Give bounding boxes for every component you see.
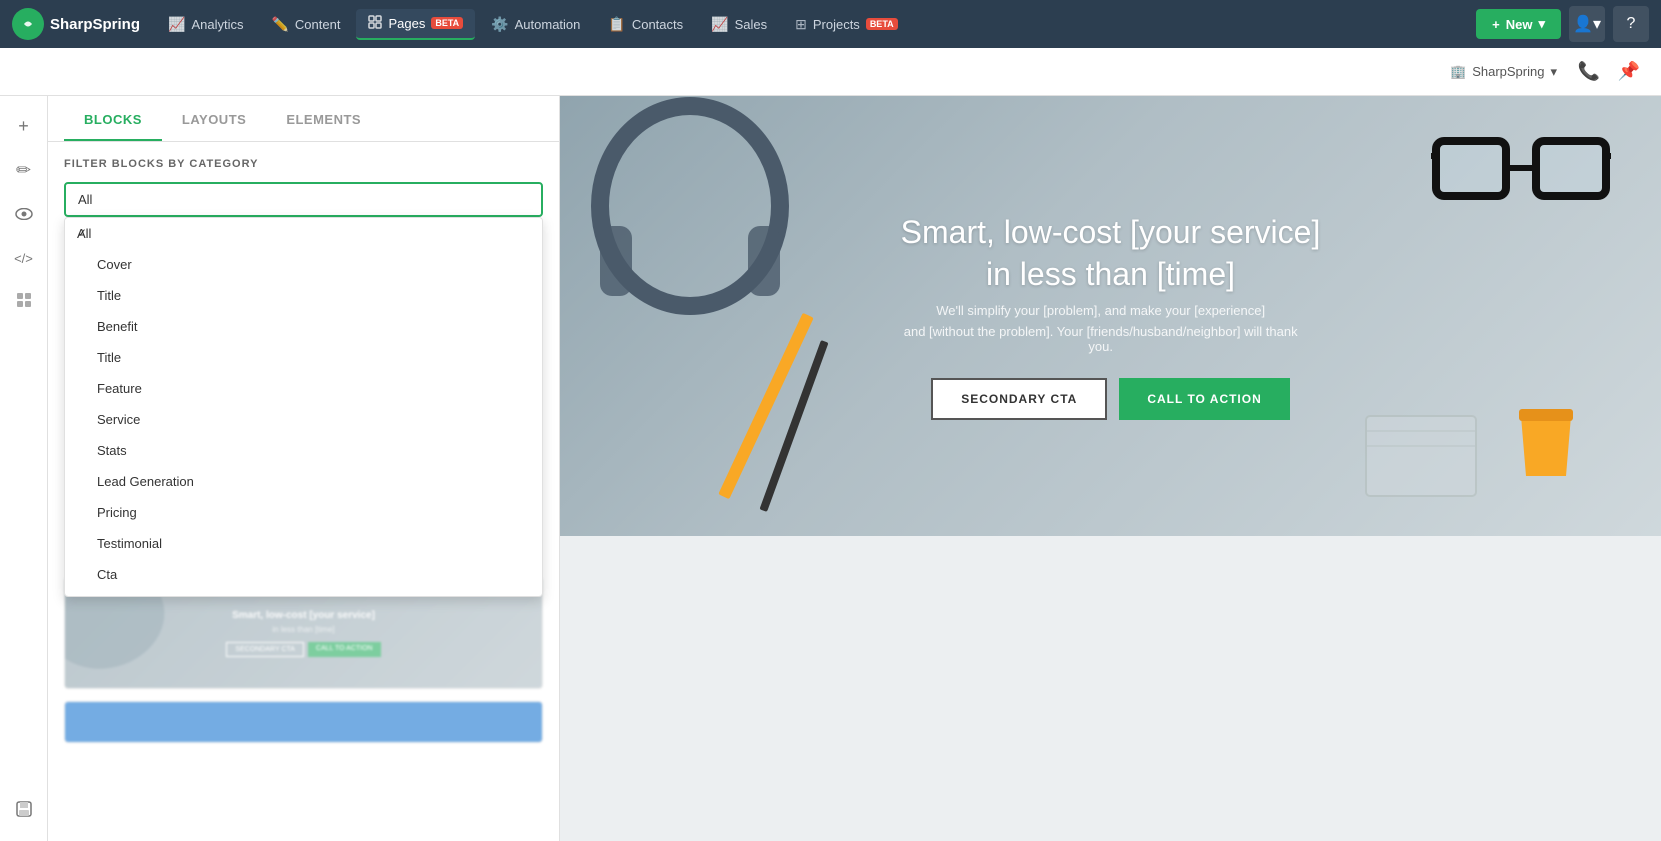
user-menu-button[interactable]: 👤▾ — [1569, 6, 1605, 42]
nav-contacts[interactable]: 📋 Contacts — [596, 10, 695, 39]
nav-sales-label: Sales — [735, 17, 768, 32]
dropdown-item-lead-gen[interactable]: Lead Generation — [65, 466, 542, 497]
tab-elements[interactable]: ELEMENTS — [266, 96, 381, 141]
nav-content-label: Content — [295, 17, 341, 32]
projects-beta-badge: beta — [866, 18, 898, 30]
company-name: SharpSpring — [1472, 64, 1544, 79]
panel-body: FILTER BLOCKS BY CATEGORY All All Cover … — [48, 142, 559, 841]
topnav-right: + New ▾ 👤▾ ? — [1476, 6, 1649, 42]
primary-cta-button[interactable]: CALL TO ACTION — [1119, 378, 1289, 420]
dropdown-item-cover[interactable]: Cover — [65, 249, 542, 280]
analytics-icon: 📈 — [168, 16, 185, 33]
building-icon: 🏢 — [1450, 64, 1466, 80]
filter-dropdown-list: All Cover Title Benefit Title — [64, 217, 543, 597]
dropdown-item-testimonial[interactable]: Testimonial — [65, 528, 542, 559]
nav-analytics-label: Analytics — [191, 17, 243, 32]
hero-text: Smart, low-cost [your service] in less t… — [901, 212, 1321, 420]
main-content: Smart, low-cost [your service] in less t… — [560, 96, 1661, 841]
page-preview: Smart, low-cost [your service] in less t… — [560, 96, 1661, 841]
help-icon: ? — [1627, 15, 1636, 33]
pin-button[interactable]: 📌 — [1613, 56, 1645, 88]
preview-button[interactable] — [6, 196, 42, 232]
headphones-decoration — [580, 96, 800, 386]
secondary-navigation: 🏢 SharpSpring ▾ 📞 📌 — [0, 48, 1661, 96]
logo-mark — [12, 8, 44, 40]
preview-card-blue[interactable] — [64, 701, 543, 743]
content-icon: ✏️ — [271, 16, 288, 33]
sidebar-icons: + ✏ </> — [0, 96, 48, 841]
nav-contacts-label: Contacts — [632, 17, 683, 32]
dropdown-item-gallery[interactable]: Gallery — [65, 590, 542, 597]
help-button[interactable]: ? — [1613, 6, 1649, 42]
panel-tabs: BLOCKS LAYOUTS ELEMENTS — [48, 96, 559, 142]
new-chevron-icon: ▾ — [1538, 16, 1545, 32]
pages-icon — [368, 15, 382, 32]
cup-decoration — [1511, 401, 1581, 486]
sales-icon: 📈 — [711, 16, 728, 33]
save-icon — [15, 800, 33, 823]
dropdown-item-all[interactable]: All — [65, 218, 542, 249]
filter-dropdown-trigger[interactable]: All — [64, 182, 543, 217]
filter-dropdown-container: All All Cover Title Benefit — [64, 182, 543, 217]
nav-automation[interactable]: ⚙️ Automation — [479, 10, 592, 39]
projects-icon: ⊞ — [795, 16, 807, 33]
filter-heading: FILTER BLOCKS BY CATEGORY — [64, 158, 543, 170]
dropdown-item-feature[interactable]: Feature — [65, 373, 542, 404]
add-block-button[interactable]: + — [6, 108, 42, 144]
edit-button[interactable]: ✏ — [6, 152, 42, 188]
nav-sales[interactable]: 📈 Sales — [699, 10, 779, 39]
secondary-cta-button[interactable]: SECONDARY CTA — [931, 378, 1107, 420]
left-panel: BLOCKS LAYOUTS ELEMENTS FILTER BLOCKS BY… — [48, 96, 560, 841]
nav-content[interactable]: ✏️ Content — [259, 10, 352, 39]
hero-buttons: SECONDARY CTA CALL TO ACTION — [901, 378, 1321, 420]
phone-button[interactable]: 📞 — [1573, 56, 1605, 88]
top-navigation: SharpSpring 📈 Analytics ✏️ Content Pages… — [0, 0, 1661, 48]
phone-icon: 📞 — [1578, 61, 1600, 82]
dropdown-item-title1[interactable]: Title — [65, 280, 542, 311]
app-logo[interactable]: SharpSpring — [12, 8, 140, 40]
pages-beta-badge: beta — [431, 17, 463, 29]
automation-icon: ⚙️ — [491, 16, 508, 33]
save-button[interactable] — [6, 793, 42, 829]
pin-icon: 📌 — [1618, 61, 1640, 82]
new-button[interactable]: + New ▾ — [1476, 9, 1561, 39]
eye-icon — [15, 204, 33, 225]
hero-title: Smart, low-cost [your service] in less t… — [901, 212, 1321, 295]
dropdown-item-service[interactable]: Service — [65, 404, 542, 435]
nav-projects[interactable]: ⊞ Projects beta — [783, 10, 910, 39]
add-icon: + — [18, 116, 29, 137]
code-icon: </> — [14, 251, 33, 266]
new-plus-icon: + — [1492, 17, 1500, 32]
notebook-decoration — [1361, 411, 1481, 506]
code-button[interactable]: </> — [6, 240, 42, 276]
contacts-icon: 📋 — [608, 16, 625, 33]
layers-button[interactable] — [6, 284, 42, 320]
preview-blue-visual — [65, 702, 542, 742]
company-selector[interactable]: 🏢 SharpSpring ▾ — [1442, 60, 1565, 84]
new-button-label: New — [1506, 17, 1533, 32]
layers-icon — [15, 291, 33, 314]
app-name: SharpSpring — [50, 16, 140, 33]
nav-pages-label: Pages — [388, 16, 425, 31]
glasses-decoration — [1431, 126, 1611, 221]
hero-subtitle-line2: and [without the problem]. Your [friends… — [901, 324, 1301, 354]
dropdown-item-benefit[interactable]: Benefit — [65, 311, 542, 342]
dropdown-item-stats[interactable]: Stats — [65, 435, 542, 466]
filter-selected-value: All — [78, 192, 92, 207]
tab-layouts[interactable]: LAYOUTS — [162, 96, 266, 141]
main-layout: + ✏ </> — [0, 96, 1661, 841]
hero-subtitle-line1: We'll simplify your [problem], and make … — [901, 303, 1301, 318]
hero-section: Smart, low-cost [your service] in less t… — [560, 96, 1661, 536]
company-chevron: ▾ — [1550, 64, 1557, 80]
nav-analytics[interactable]: 📈 Analytics — [156, 10, 255, 39]
tab-blocks[interactable]: BLOCKS — [64, 96, 162, 141]
nav-projects-label: Projects — [813, 17, 860, 32]
nav-automation-label: Automation — [515, 17, 581, 32]
nav-pages[interactable]: Pages beta — [356, 9, 475, 40]
dropdown-item-title2[interactable]: Title — [65, 342, 542, 373]
user-icon: 👤▾ — [1573, 14, 1601, 34]
dropdown-item-pricing[interactable]: Pricing — [65, 497, 542, 528]
pencil-icon: ✏ — [16, 160, 31, 181]
dropdown-item-cta[interactable]: Cta — [65, 559, 542, 590]
